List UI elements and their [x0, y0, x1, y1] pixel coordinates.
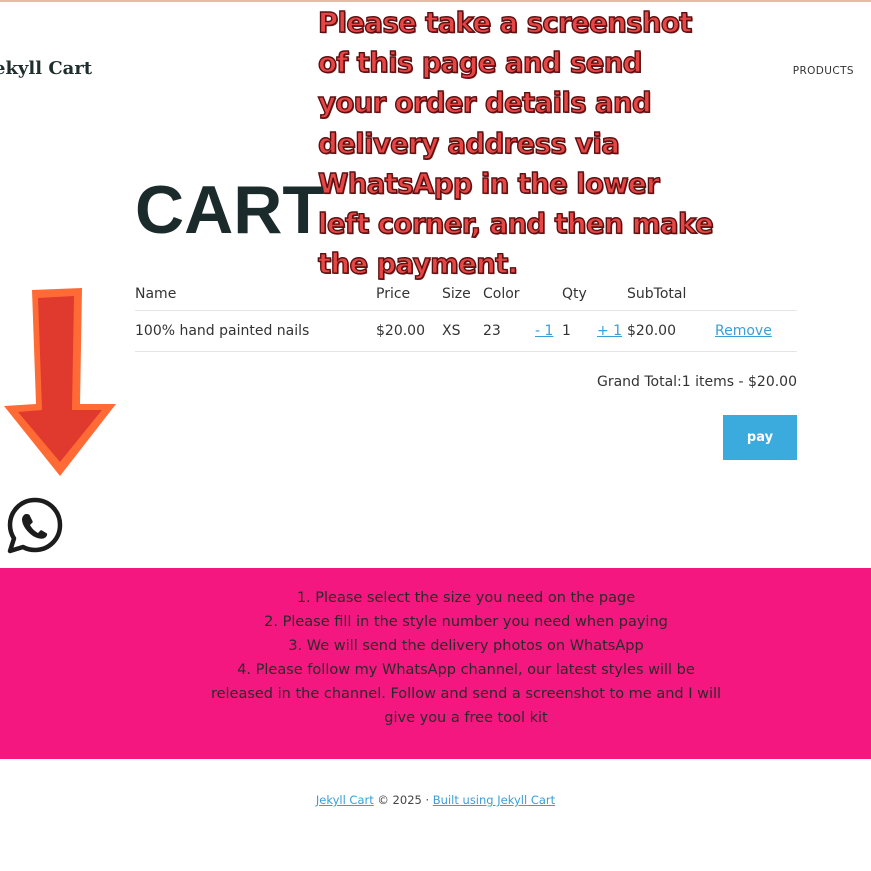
cart-table: Name Price Size Color Qty SubTotal 100% … [135, 278, 797, 352]
note-item: 2. Please fill in the style number you n… [264, 614, 668, 630]
nav-products-link[interactable]: PRODUCTS [793, 65, 854, 77]
footer-brand-link[interactable]: Jekyll Cart [316, 793, 374, 807]
site-brand[interactable]: ekyll Cart [0, 58, 92, 79]
note-item: 3. We will send the delivery photos on W… [288, 638, 644, 654]
item-qty: 1 [562, 310, 597, 352]
column-header-color: Color [483, 278, 535, 311]
page-title: CART [135, 172, 324, 248]
whatsapp-icon[interactable] [5, 496, 65, 556]
pay-button[interactable]: pay [723, 415, 797, 460]
note-item: 1. Please select the size you need on th… [296, 590, 636, 606]
column-header-size: Size [442, 278, 483, 311]
column-header-subtotal: SubTotal [627, 278, 715, 311]
purchase-notes: 1. Please select the size you need on th… [210, 586, 722, 730]
table-header-row: Name Price Size Color Qty SubTotal [135, 278, 797, 311]
footer-copyright: © 2025 · [373, 793, 433, 807]
increase-qty-link[interactable]: + 1 [597, 323, 622, 339]
item-subtotal: $20.00 [627, 310, 715, 352]
footer: Jekyll Cart © 2025 · Built using Jekyll … [0, 793, 871, 807]
item-name: 100% hand painted nails [135, 310, 376, 352]
table-row: 100% hand painted nails $20.00 XS 23 - 1… [135, 310, 797, 352]
column-header-price: Price [376, 278, 442, 311]
footer-built-using-link[interactable]: Built using Jekyll Cart [433, 793, 555, 807]
down-arrow-icon [4, 288, 116, 476]
remove-item-link[interactable]: Remove [715, 323, 772, 339]
column-header-name: Name [135, 278, 376, 311]
decrease-qty-link[interactable]: - 1 [535, 323, 553, 339]
column-header-qty: Qty [562, 278, 597, 311]
item-color: 23 [483, 310, 535, 352]
item-size: XS [442, 310, 483, 352]
note-item: 4. Please follow my WhatsApp channel, ou… [210, 662, 722, 726]
top-divider [0, 0, 871, 2]
overlay-instruction-text: Please take a screenshot of this page an… [317, 6, 714, 281]
item-price: $20.00 [376, 310, 442, 352]
grand-total: Grand Total:1 items - $20.00 [596, 374, 797, 390]
